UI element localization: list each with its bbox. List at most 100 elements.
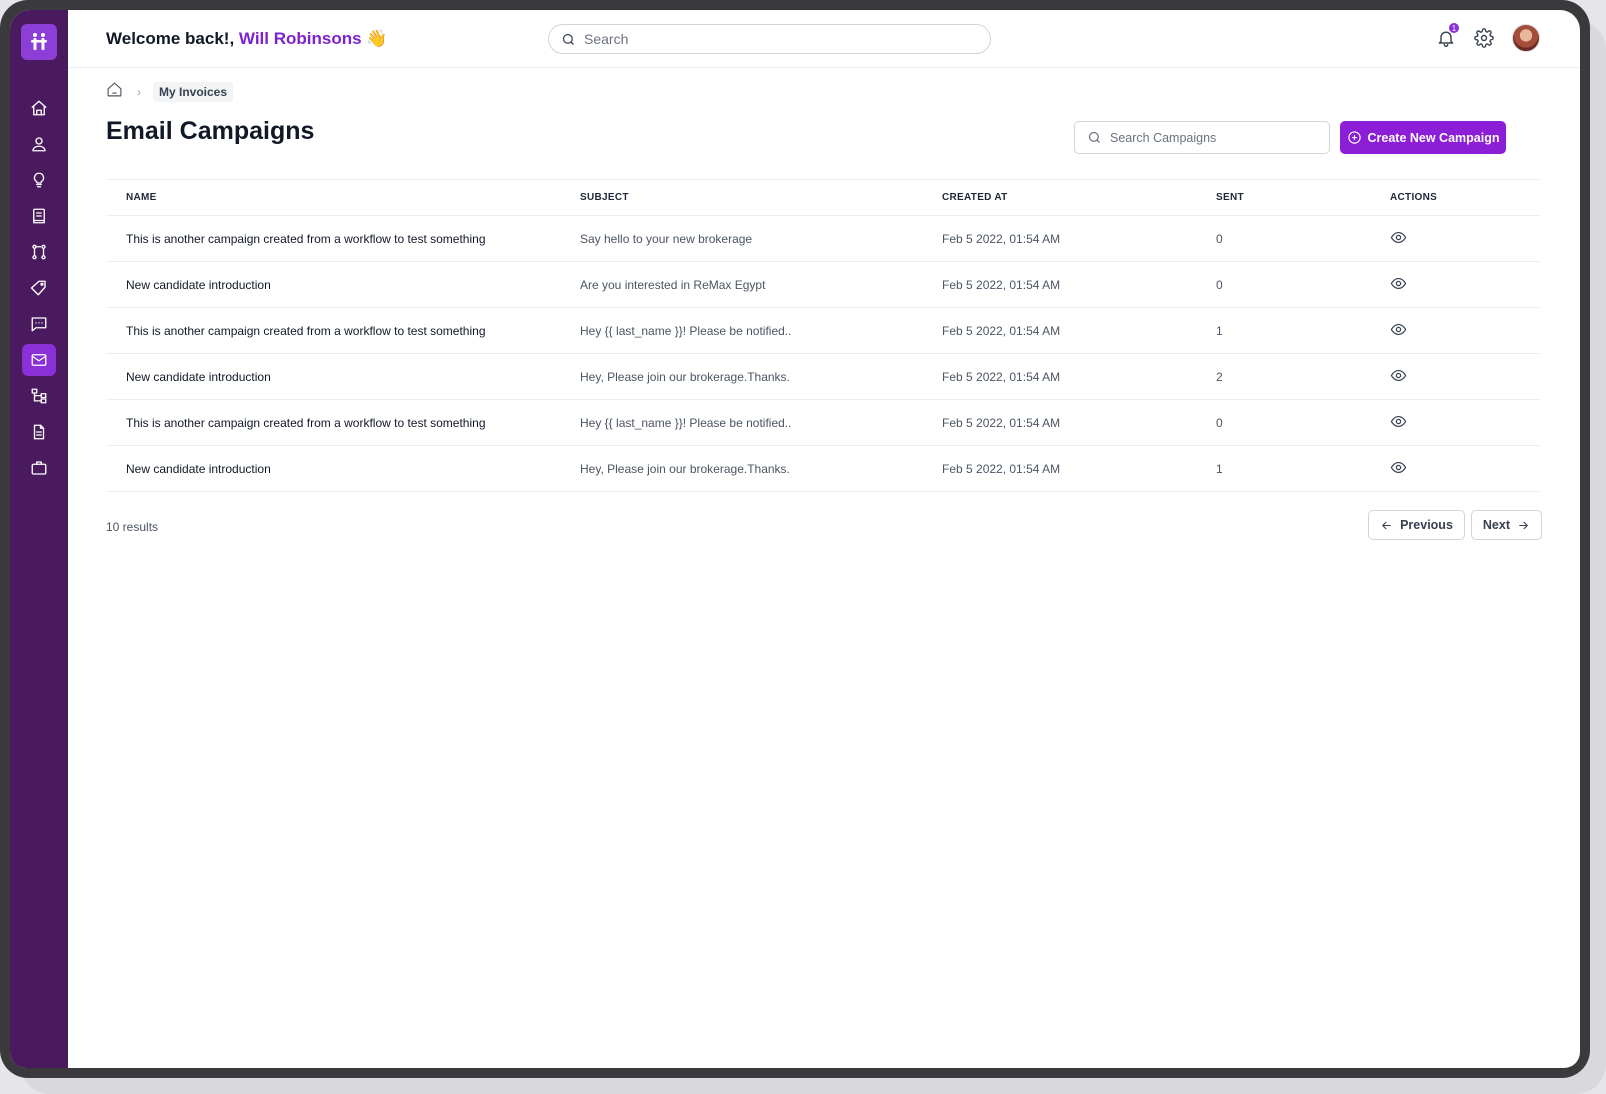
tag-icon <box>30 280 46 296</box>
sidebar-item-workflows[interactable] <box>22 236 56 268</box>
cell-actions <box>1390 353 1540 400</box>
breadcrumb-home[interactable] <box>106 81 123 103</box>
chevron-right-icon: › <box>137 85 141 99</box>
search-icon <box>1088 131 1100 143</box>
document-icon <box>33 424 45 440</box>
settings-button[interactable] <box>1470 24 1498 52</box>
create-campaign-button[interactable]: Create New Campaign <box>1340 121 1506 154</box>
create-campaign-label: Create New Campaign <box>1367 130 1500 145</box>
cell-subject: Hey {{ last_name }}! Please be notified.… <box>580 307 942 354</box>
home-icon <box>31 100 47 116</box>
app-screen: Welcome back!, Will Robinsons 👋 Search 1 <box>10 10 1580 1068</box>
column-header-actions: ACTIONS <box>1390 179 1540 216</box>
briefcase-icon <box>31 461 47 475</box>
breadcrumb-current[interactable]: My Invoices <box>153 82 234 102</box>
cell-name: New candidate introduction <box>106 261 580 308</box>
global-search-placeholder: Search <box>584 31 629 47</box>
top-bar: Welcome back!, Will Robinsons 👋 Search 1 <box>68 10 1580 68</box>
title-row: Email Campaigns Search Campaigns Create … <box>106 117 1542 157</box>
table-header-row: NAME SUBJECT CREATED AT SENT ACTIONS <box>106 179 1540 216</box>
cell-created-at: Feb 5 2022, 01:54 AM <box>942 307 1216 354</box>
sidebar-item-email-campaigns[interactable] <box>22 344 56 376</box>
eye-icon[interactable] <box>1390 367 1407 384</box>
sidebar-item-contacts[interactable] <box>22 128 56 160</box>
sidebar-item-hierarchy[interactable] <box>22 380 56 412</box>
app-logo[interactable] <box>21 24 57 60</box>
sidebar-item-ideas[interactable] <box>22 164 56 196</box>
table-row[interactable]: This is another campaign created from a … <box>106 307 1540 354</box>
sidebar <box>10 10 68 1068</box>
cell-sent: 0 <box>1216 399 1390 446</box>
table-row[interactable]: New candidate introduction Hey, Please j… <box>106 353 1540 400</box>
cell-name: This is another campaign created from a … <box>106 307 580 354</box>
sidebar-item-home[interactable] <box>22 92 56 124</box>
cell-created-at: Feb 5 2022, 01:54 AM <box>942 215 1216 262</box>
cell-actions <box>1390 261 1540 308</box>
pagination: Previous Next <box>1362 510 1542 540</box>
hierarchy-icon <box>31 388 47 404</box>
notification-badge: 1 <box>1448 22 1460 34</box>
table-row[interactable]: New candidate introduction Hey, Please j… <box>106 445 1540 492</box>
cell-subject: Hey, Please join our brokerage.Thanks. <box>580 353 942 400</box>
top-bar-actions: 1 <box>1422 22 1540 52</box>
sidebar-item-messages[interactable] <box>22 308 56 340</box>
cell-created-at: Feb 5 2022, 01:54 AM <box>942 445 1216 492</box>
sidebar-item-ledger[interactable] <box>22 200 56 232</box>
results-count: 10 results <box>106 520 159 534</box>
notifications-button[interactable]: 1 <box>1432 22 1460 52</box>
sidebar-item-documents[interactable] <box>22 416 56 448</box>
previous-label: Previous <box>1400 518 1453 532</box>
main-area: Welcome back!, Will Robinsons 👋 Search 1 <box>68 10 1580 1068</box>
ledger-icon <box>33 208 45 224</box>
gear-icon <box>1474 28 1494 48</box>
cell-actions <box>1390 215 1540 262</box>
sidebar-item-jobs[interactable] <box>22 452 56 484</box>
cell-subject: Hey, Please join our brokerage.Thanks. <box>580 445 942 492</box>
sidebar-item-tags[interactable] <box>22 272 56 304</box>
cell-created-at: Feb 5 2022, 01:54 AM <box>942 399 1216 446</box>
mail-icon <box>31 354 47 366</box>
cell-actions <box>1390 307 1540 354</box>
cell-name: This is another campaign created from a … <box>106 399 580 446</box>
cell-actions <box>1390 445 1540 492</box>
next-button[interactable]: Next <box>1470 510 1542 540</box>
cell-sent: 1 <box>1216 307 1390 354</box>
eye-icon[interactable] <box>1390 321 1407 338</box>
cell-sent: 0 <box>1216 215 1390 262</box>
column-header-sent[interactable]: SENT <box>1216 179 1390 216</box>
user-icon <box>32 137 46 152</box>
table-row[interactable]: New candidate introduction Are you inter… <box>106 261 1540 308</box>
cell-name: New candidate introduction <box>106 353 580 400</box>
lightbulb-icon <box>33 172 45 188</box>
page-content: › My Invoices Email Campaigns Search Cam… <box>68 81 1580 552</box>
logo-icon <box>31 33 47 50</box>
cell-subject: Say hello to your new brokerage <box>580 215 942 262</box>
global-search-input[interactable]: Search <box>548 24 991 54</box>
welcome-prefix: Welcome back!, <box>106 28 235 48</box>
column-header-name[interactable]: NAME <box>106 179 580 216</box>
table-row[interactable]: This is another campaign created from a … <box>106 215 1540 262</box>
column-header-created-at[interactable]: CREATED AT <box>942 179 1216 216</box>
breadcrumb: › My Invoices <box>106 81 1542 103</box>
device-frame: Welcome back!, Will Robinsons 👋 Search 1 <box>0 0 1590 1078</box>
eye-icon[interactable] <box>1390 275 1407 292</box>
column-header-subject[interactable]: SUBJECT <box>580 179 942 216</box>
eye-icon[interactable] <box>1390 413 1407 430</box>
eye-icon[interactable] <box>1390 229 1407 246</box>
user-avatar[interactable] <box>1512 24 1540 52</box>
cell-name: This is another campaign created from a … <box>106 215 580 262</box>
cell-sent: 0 <box>1216 261 1390 308</box>
cell-actions <box>1390 399 1540 446</box>
table-footer: 10 results Previous Next <box>106 492 1542 552</box>
arrow-left-icon <box>1382 521 1391 529</box>
search-icon <box>562 33 574 45</box>
previous-button[interactable]: Previous <box>1368 510 1465 540</box>
cell-sent: 1 <box>1216 445 1390 492</box>
campaign-search-input[interactable]: Search Campaigns <box>1074 121 1330 154</box>
eye-icon[interactable] <box>1390 459 1407 476</box>
campaign-search-placeholder: Search Campaigns <box>1110 130 1217 145</box>
cell-subject: Hey {{ last_name }}! Please be notified.… <box>580 399 942 446</box>
table-row[interactable]: This is another campaign created from a … <box>106 399 1540 446</box>
user-name: Will Robinsons <box>238 28 362 48</box>
cell-created-at: Feb 5 2022, 01:54 AM <box>942 261 1216 308</box>
